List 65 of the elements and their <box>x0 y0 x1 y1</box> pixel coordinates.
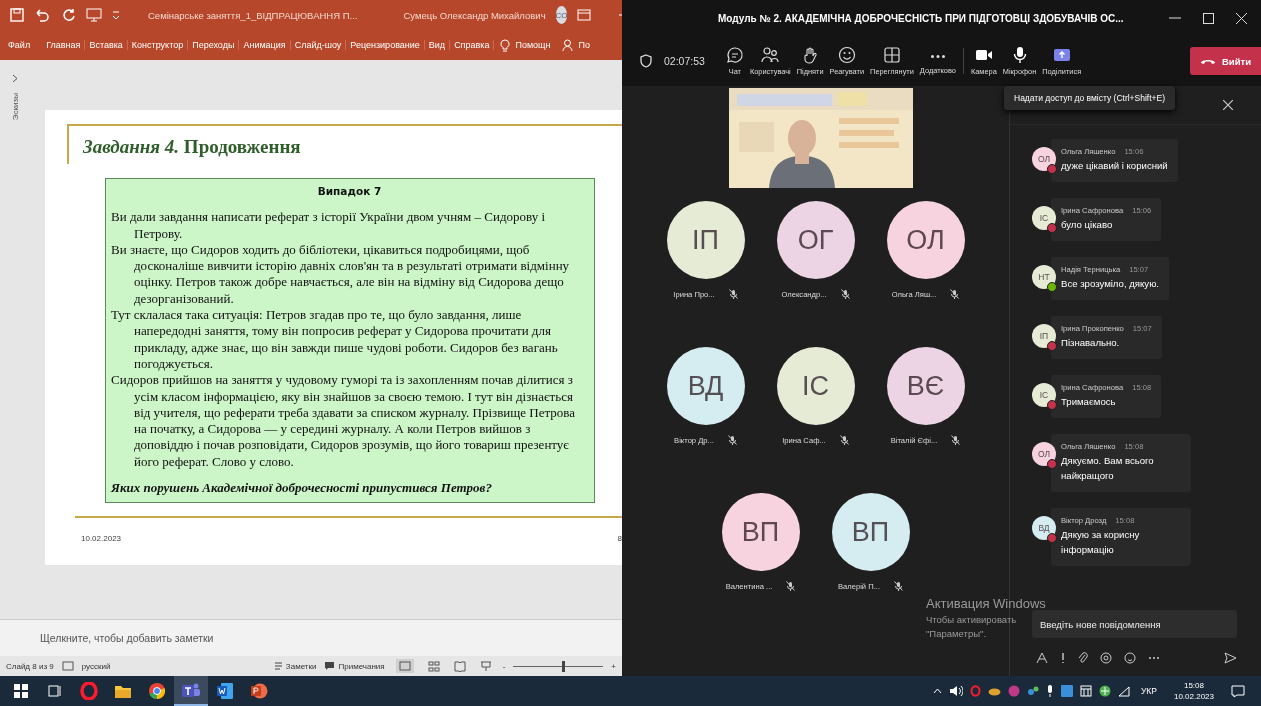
user-avatar[interactable]: СО <box>555 6 568 24</box>
message-text: Тримаємось <box>1061 395 1117 409</box>
participant-avatar[interactable]: ВП <box>831 493 910 571</box>
case-paragraph: Тут склалася така ситуація: Петров згадав про те, що було завдання, лише напередодні заняття, тому він попросив реферат у Сидорова прочитати для прикладу, адже знає, що він завжди пише чудові роботи. Сидоров без вагань погоджується. <box>111 307 559 373</box>
author-avatar[interactable]: ВД <box>1032 516 1056 540</box>
slide-counter: Слайд 8 из 9 <box>6 661 54 671</box>
author-avatar[interactable]: ОЛ <box>1032 442 1056 466</box>
case-title: Випадок 7 <box>316 184 383 199</box>
author-avatar[interactable]: ІС <box>1032 206 1056 230</box>
participant-avatar[interactable]: ОЛ <box>886 201 965 279</box>
message-text: Дякую за корисну інформацію <box>1061 528 1141 557</box>
keyboard-language[interactable]: УКР <box>1140 686 1157 696</box>
author-avatar[interactable]: ІС <box>1032 383 1056 407</box>
leave-button[interactable]: Вийти <box>1189 47 1261 75</box>
message-text: Дякуємо. Вам всього найкращого <box>1061 454 1155 483</box>
zoom-out-button[interactable]: - <box>502 661 506 671</box>
message-text: дуже цікавий і корисний <box>1061 159 1168 173</box>
meeting-timer: 02:07:53 <box>664 55 705 67</box>
zoom-in-button[interactable]: + <box>611 661 616 671</box>
activation-text: Чтобы активировать <box>926 614 1018 625</box>
ribbon-tab[interactable]: Справка <box>450 40 495 50</box>
author-avatar[interactable]: НТ <box>1032 265 1056 289</box>
case-paragraph: Ви дали завдання написати реферат з історії України двом учням – Сидорову і Петрову. <box>111 209 547 242</box>
clock-time[interactable]: 15:08 <box>1183 680 1204 691</box>
author-avatar[interactable]: ОЛ <box>1032 147 1056 171</box>
clock-date[interactable]: 10.02.2023 <box>1173 691 1214 702</box>
ribbon-tab[interactable]: Переходы <box>188 40 240 50</box>
ribbon-tab[interactable]: Рецензирование <box>346 40 425 50</box>
document-title: Семінарське заняття_1_ВІДПРАЦЮВАННЯ П... <box>148 9 358 21</box>
tooltip: Надати доступ до вмісту (Ctrl+Shift+E) <box>1004 86 1176 110</box>
message-text: Пізнавально. <box>1061 336 1121 350</box>
ribbon-tab[interactable]: Вставка <box>85 40 128 50</box>
case-question: Яких порушень Академічної доброчесності припустився Петров? <box>111 480 493 497</box>
participant-avatar[interactable]: ВП <box>721 493 800 571</box>
tell-me-button[interactable]: Помощн <box>494 38 557 52</box>
thumbnails-label[interactable]: Эскизы <box>10 93 20 121</box>
message-text: було цікаво <box>1061 218 1114 232</box>
participant-avatar[interactable]: ВЄ <box>886 347 965 425</box>
message-text: Все зрозуміло, дякую. <box>1061 277 1159 291</box>
ribbon-tab[interactable]: Вид <box>424 40 451 50</box>
notes-button[interactable]: Заметки <box>273 661 317 671</box>
case-paragraph: Сидоров прийшов на заняття у чудовому гуморі та із захопленням почав ділитися з усім класом інформацією, яку він знайшов за своєю темою. І тут він дізнається від учителя, що реферати треба здавати за списком журналу. Прізвище Петрова на початку, а Сидорова — у середині журналу. А коли Петров вийшов з доповіддю і почав розповідати, Сидоров зрозумів, що його товариш презентує його реферат. Слово у слово. <box>111 372 577 471</box>
message-input[interactable]: Введіть нове повідомлення <box>1032 610 1237 638</box>
language-label[interactable]: русский <box>81 661 111 671</box>
user-name: Сумець Олександр Михайлович <box>403 9 546 21</box>
slide-number: 8 <box>617 534 622 543</box>
participant-avatar[interactable]: ІП <box>666 201 745 279</box>
participant-avatar[interactable]: ВД <box>666 347 745 425</box>
ribbon-tab[interactable]: Главная <box>42 40 86 50</box>
slide-title: Завдання 4. Продовження <box>83 136 301 157</box>
participant-avatar[interactable]: ІС <box>776 347 855 425</box>
participant-avatar[interactable]: ОГ <box>776 201 855 279</box>
slide-date: 10.02.2023 <box>81 534 122 543</box>
ribbon-tab[interactable]: Слайд-шоу <box>290 40 347 50</box>
comments-button[interactable]: Примечания <box>324 661 385 671</box>
case-paragraph: Ви знаєте, що Сидоров ходить до бібліотеки, цікавиться подробицями, щоб досконаліше вивчити історію давніх слов'ян та в результаті отримати відмінну оцінку. Петров також добре навчається, але він на відміну від Сидорова дещо дезорганізований. <box>111 241 571 308</box>
share-button[interactable]: По <box>556 39 596 51</box>
ribbon-tab[interactable]: Конструктор <box>127 40 189 50</box>
ribbon-tab[interactable]: Анимация <box>239 40 291 50</box>
activation-text: "Параметры". <box>926 628 988 639</box>
ribbon-tab[interactable]: Файл <box>4 40 35 50</box>
activation-title: Активация Windows <box>926 596 1046 611</box>
notes-placeholder[interactable]: Щелкните, чтобы добавить заметки <box>40 632 214 644</box>
author-avatar[interactable]: ІП <box>1032 324 1056 348</box>
meeting-title: Модуль № 2. АКАДЕМІЧНА ДОБРОЧЕСНІСТЬ ПРИ ПІДГОТОВЦІ ЗДОБУВАЧІВ ОС... <box>718 12 1125 24</box>
